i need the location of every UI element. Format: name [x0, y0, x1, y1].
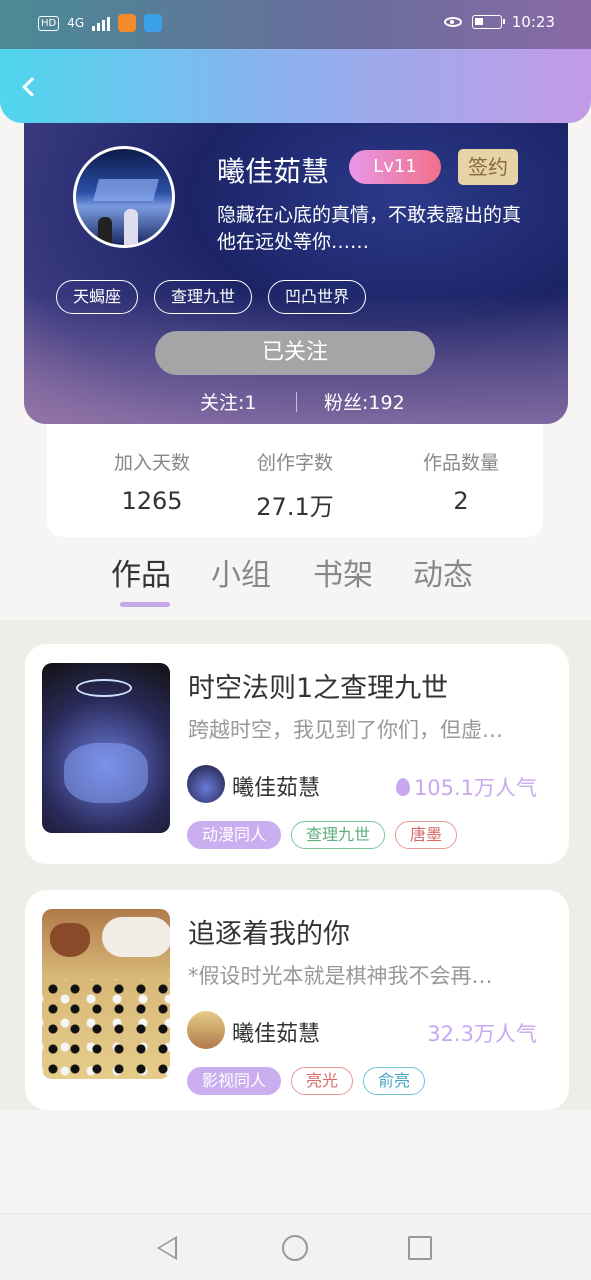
popularity-value: 32.3万人气 — [427, 1022, 537, 1046]
stat-label: 创作字数 — [256, 452, 333, 474]
profile-username: 曦佳茹慧 — [217, 155, 330, 188]
hd-indicator: HD — [38, 15, 60, 31]
tab-groups[interactable]: 小组 — [211, 550, 271, 594]
tab-works[interactable]: 作品 — [111, 550, 171, 594]
top-bar — [0, 49, 591, 123]
nav-recent-apps-icon[interactable] — [408, 1236, 432, 1260]
work-tags: 影视同人 亮光 俞亮 — [187, 1067, 426, 1095]
cover-art — [50, 923, 90, 957]
work-description: *假设时光本就是棋神我不会再… — [188, 964, 493, 988]
fire-icon — [395, 778, 410, 796]
work-tag[interactable]: 亮光 — [291, 1067, 354, 1095]
profile-tag[interactable]: 凹凸世界 — [268, 280, 367, 314]
level-badge[interactable]: Lv11 — [349, 150, 441, 184]
work-tag[interactable]: 俞亮 — [363, 1067, 426, 1095]
book-cover[interactable] — [42, 663, 170, 833]
network-indicator: 4G — [67, 16, 85, 30]
profile-tag[interactable]: 天蝎座 — [56, 280, 139, 314]
followers-count[interactable]: 粉丝:192 — [324, 388, 405, 415]
system-nav-bar — [0, 1213, 591, 1280]
popularity-value: 105.1万人气 — [413, 776, 537, 800]
avatar-art — [93, 179, 159, 201]
work-title[interactable]: 追逐着我的你 — [188, 912, 350, 951]
stat-word-count: 创作字数 27.1万 — [220, 448, 370, 522]
avatar[interactable] — [73, 146, 175, 248]
work-tag[interactable]: 影视同人 — [187, 1067, 282, 1095]
book-cover[interactable] — [42, 909, 170, 1079]
back-button[interactable] — [14, 69, 48, 103]
content-tabs: 作品 小组 书架 动态 — [0, 548, 591, 618]
follow-button[interactable]: 已关注 — [155, 331, 435, 375]
stat-works-count: 作品数量 2 — [386, 448, 536, 515]
app-notification-icon-2 — [144, 14, 163, 32]
tab-activity[interactable]: 动态 — [413, 550, 473, 594]
app-notification-icon — [118, 14, 137, 32]
signed-badge: 签约 — [458, 149, 518, 185]
work-description: 跨越时空，我见到了你们，但虚… — [188, 718, 503, 742]
popularity: 105.1万人气 — [395, 772, 537, 802]
following-count[interactable]: 关注:1 — [200, 388, 257, 415]
nav-back-icon[interactable] — [157, 1236, 177, 1260]
status-bar: HD 4G 10:23 — [0, 0, 591, 49]
eye-comfort-icon — [443, 17, 462, 27]
work-card[interactable]: 追逐着我的你 *假设时光本就是棋神我不会再… 曦佳茹慧 32.3万人气 影视同人… — [25, 890, 569, 1110]
work-tags: 动漫同人 查理九世 唐墨 — [187, 821, 458, 849]
works-list: 时空法则1之查理九世 跨越时空，我见到了你们，但虚… 曦佳茹慧 105.1万人气… — [0, 620, 591, 1110]
work-tag[interactable]: 唐墨 — [395, 821, 458, 849]
battery-icon — [471, 15, 505, 29]
cover-art — [102, 917, 170, 957]
stats-panel: 加入天数 1265 创作字数 27.1万 作品数量 2 — [47, 420, 543, 537]
popularity: 32.3万人气 — [427, 1018, 537, 1048]
profile-tag[interactable]: 查理九世 — [154, 280, 253, 314]
cover-art — [76, 679, 132, 697]
cover-art — [64, 743, 148, 803]
profile-banner: 曦佳茹慧 Lv11 签约 隐藏在心底的真情，不敢表露出的真 他在远处等你…… 天… — [24, 100, 568, 424]
stat-label: 加入天数 — [113, 452, 190, 474]
stat-join-days: 加入天数 1265 — [77, 448, 227, 515]
stat-value: 2 — [453, 487, 469, 515]
profile-bio: 隐藏在心底的真情，不敢表露出的真 他在远处等你…… — [217, 204, 522, 253]
stat-label: 作品数量 — [422, 452, 499, 474]
work-card[interactable]: 时空法则1之查理九世 跨越时空，我见到了你们，但虚… 曦佳茹慧 105.1万人气… — [25, 644, 569, 864]
stat-value: 1265 — [121, 487, 183, 515]
author-avatar[interactable] — [187, 1011, 225, 1049]
status-time: 10:23 — [511, 13, 555, 31]
nav-home-icon[interactable] — [282, 1235, 308, 1261]
work-tag[interactable]: 查理九世 — [291, 821, 386, 849]
status-right: 10:23 — [443, 13, 555, 31]
avatar-art — [124, 209, 138, 245]
avatar-art — [98, 217, 112, 245]
author-avatar[interactable] — [187, 765, 225, 803]
signal-icon — [92, 15, 111, 31]
stat-value: 27.1万 — [256, 493, 334, 521]
work-title[interactable]: 时空法则1之查理九世 — [188, 666, 448, 705]
profile-tags: 天蝎座 查理九世 凹凸世界 — [56, 280, 367, 314]
status-left: HD 4G — [38, 14, 163, 32]
tab-underline — [120, 602, 170, 607]
work-author[interactable]: 曦佳茹慧 — [232, 1016, 320, 1048]
work-author[interactable]: 曦佳茹慧 — [232, 770, 320, 802]
work-tag[interactable]: 动漫同人 — [187, 821, 282, 849]
cover-art — [42, 979, 170, 1079]
follow-counts: 关注:1 粉丝:192 — [24, 386, 568, 416]
divider — [296, 392, 297, 412]
tab-bookshelf[interactable]: 书架 — [313, 550, 373, 594]
